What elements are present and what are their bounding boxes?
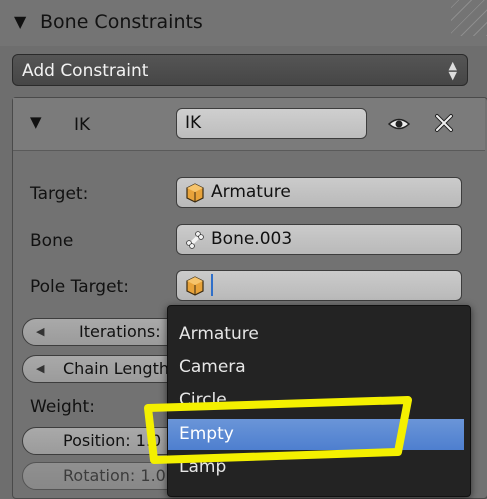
updown-arrows-icon: ▲ ▼ xyxy=(448,59,457,82)
constraint-expand-icon[interactable]: ▼ xyxy=(30,113,42,131)
bone-label: Bone xyxy=(30,231,74,251)
weight-label: Weight: xyxy=(30,397,95,417)
dropdown-item-camera[interactable]: Camera xyxy=(177,351,467,383)
decrement-arrow-icon[interactable]: ◀ xyxy=(36,319,44,345)
close-icon[interactable] xyxy=(433,112,455,134)
chain-length-label: Chain Length xyxy=(63,359,169,378)
target-value: Armature xyxy=(211,182,291,202)
text-cursor xyxy=(211,274,213,296)
constraint-type-label: IK xyxy=(74,115,91,135)
constraint-name-input[interactable]: IK xyxy=(176,108,367,139)
dropdown-item-armature[interactable]: Armature xyxy=(177,318,467,350)
rotation-label: Rotation: 1.0 xyxy=(63,466,166,485)
bone-value: Bone.003 xyxy=(211,229,293,249)
add-constraint-label: Add Constraint xyxy=(22,61,149,81)
bone-icon xyxy=(186,231,204,249)
target-field[interactable]: Armature xyxy=(176,177,462,208)
armature-cube-icon xyxy=(186,276,204,296)
panel-title: Bone Constraints xyxy=(40,11,203,33)
annotation-highlight-box xyxy=(144,396,412,464)
iterations-label: Iterations: xyxy=(79,322,161,341)
add-constraint-dropdown[interactable]: Add Constraint ▲ ▼ xyxy=(12,54,468,86)
eye-icon[interactable] xyxy=(388,113,410,135)
pole-target-field[interactable] xyxy=(176,270,462,301)
drag-grip-icon[interactable] xyxy=(451,0,487,36)
target-label: Target: xyxy=(30,184,89,204)
pole-target-label: Pole Target: xyxy=(30,277,129,297)
decrement-arrow-icon[interactable]: ◀ xyxy=(36,356,44,382)
armature-cube-icon xyxy=(186,183,204,203)
bone-field[interactable]: Bone.003 xyxy=(176,224,462,255)
collapse-triangle-icon[interactable]: ▼ xyxy=(14,12,26,31)
